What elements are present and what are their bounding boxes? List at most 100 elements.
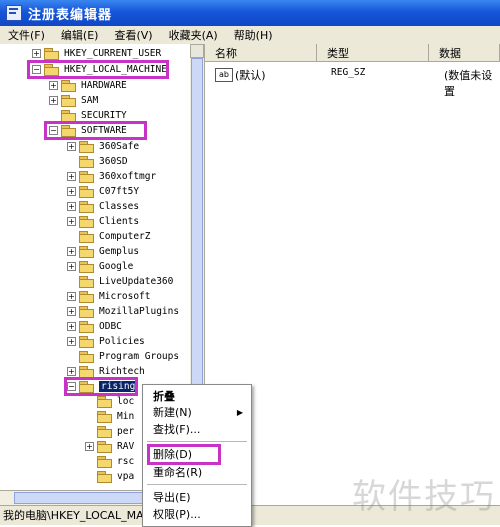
expand-icon[interactable]: + [67, 202, 76, 211]
folder-icon [61, 109, 77, 122]
tree-node-label: rsc [117, 456, 135, 467]
expand-icon[interactable]: + [85, 442, 94, 451]
tree-node-label: Clients [99, 216, 140, 227]
expand-icon[interactable]: + [67, 307, 76, 316]
expand-icon[interactable]: + [67, 172, 76, 181]
menu-item-find[interactable]: 查找(F)... [153, 422, 243, 438]
tree-node-label: Google [99, 261, 134, 272]
folder-open-icon [79, 380, 95, 393]
expand-icon[interactable]: + [67, 262, 76, 271]
tree-node-hkcu[interactable]: + HKEY_CURRENT_USER [32, 46, 161, 61]
expand-icon[interactable]: + [67, 337, 76, 346]
menu-item-new[interactable]: 新建(N) ▶ [153, 405, 243, 421]
tree-node-classes[interactable]: + Classes [67, 199, 139, 214]
scroll-thumb[interactable] [191, 58, 203, 418]
tree-node-label: SOFTWARE [81, 125, 127, 136]
tree-node-google[interactable]: + Google [67, 259, 133, 274]
folder-icon [79, 215, 95, 228]
tree-node-c07ft5y[interactable]: + C07ft5Y [67, 184, 139, 199]
tree-node-hardware[interactable]: + HARDWARE [49, 78, 127, 93]
menu-item-new-label: 新建(N) [153, 406, 192, 419]
tree-node-microsoft[interactable]: + Microsoft [67, 289, 150, 304]
tree-node-label: 360xoftmgr [99, 171, 157, 182]
expand-icon[interactable]: + [67, 322, 76, 331]
folder-icon [79, 260, 95, 273]
folder-icon [79, 140, 95, 153]
expand-icon[interactable]: + [67, 247, 76, 256]
collapse-icon[interactable]: − [49, 126, 58, 135]
tree-node-rsc[interactable]: rsc [97, 454, 134, 469]
tree-node-liveupdate360[interactable]: LiveUpdate360 [79, 274, 173, 289]
expand-icon[interactable]: + [67, 367, 76, 376]
expand-icon[interactable]: + [67, 217, 76, 226]
tree-node-per[interactable]: per [97, 424, 134, 439]
tree-node-hklm[interactable]: − HKEY_LOCAL_MACHINE [32, 62, 167, 77]
tree-node-computerz[interactable]: ComputerZ [79, 229, 150, 244]
expand-icon[interactable]: + [67, 142, 76, 151]
expand-icon[interactable]: + [67, 292, 76, 301]
menu-favorites[interactable]: 收藏夹(A) [161, 27, 226, 43]
collapse-icon[interactable]: − [67, 382, 76, 391]
value-row-default[interactable]: ab (默认) REG_SZ (数值未设置 [205, 66, 500, 98]
tree-node-gemplus[interactable]: + Gemplus [67, 244, 139, 259]
tree-node-rav[interactable]: + RAV [85, 439, 134, 454]
tree-node-360sd[interactable]: 360SD [79, 154, 128, 169]
column-name-header[interactable]: 名称 [205, 44, 317, 62]
tree-node-label: 360Safe [99, 141, 140, 152]
tree-node-mozillaplugins[interactable]: + MozillaPlugins [67, 304, 179, 319]
value-name: (默认) [235, 69, 266, 82]
folder-icon [79, 155, 95, 168]
column-type-header[interactable]: 类型 [317, 44, 429, 62]
tree-node-richtech[interactable]: + Richtech [67, 364, 145, 379]
menu-item-collapse[interactable]: 折叠 [153, 389, 243, 405]
window-title: 注册表编辑器 [28, 7, 113, 23]
tree-node-360safe[interactable]: +360Safe [67, 139, 139, 154]
folder-icon [97, 410, 113, 423]
folder-icon [79, 290, 95, 303]
folder-icon [97, 440, 113, 453]
tree-node-sam[interactable]: + SAM [49, 93, 98, 108]
folder-icon [79, 245, 95, 258]
tree-node-security[interactable]: SECURITY [61, 108, 127, 123]
tree-node-rising[interactable]: − rising [67, 379, 138, 394]
expand-icon[interactable]: + [49, 96, 58, 105]
tree-node-program-groups[interactable]: Program Groups [79, 349, 179, 364]
tree-node-label: Classes [99, 201, 140, 212]
tree-node-360xoftmgr[interactable]: +360xoftmgr [67, 169, 156, 184]
tree-node-odbc[interactable]: + ODBC [67, 319, 122, 334]
menu-help[interactable]: 帮助(H) [226, 27, 281, 43]
menu-item-rename[interactable]: 重命名(R) [153, 465, 243, 481]
folder-icon [79, 365, 95, 378]
tree-node-min[interactable]: Min [97, 409, 134, 424]
collapse-icon[interactable]: − [32, 65, 41, 74]
scroll-up-icon[interactable] [190, 44, 204, 58]
menu-item-delete[interactable]: 删除(D) [153, 447, 243, 463]
menu-view[interactable]: 查看(V) [106, 27, 160, 43]
tree-node-loc[interactable]: loc [97, 394, 134, 409]
tree-node-vpa[interactable]: vpa [97, 469, 134, 484]
expand-icon[interactable]: + [49, 81, 58, 90]
folder-icon [44, 47, 60, 60]
tree-node-clients[interactable]: + Clients [67, 214, 139, 229]
expand-icon[interactable]: + [67, 187, 76, 196]
menu-separator [147, 484, 247, 485]
folder-icon [79, 275, 95, 288]
tree-node-label: 360SD [99, 156, 128, 167]
scroll-thumb[interactable] [14, 492, 144, 504]
tree-node-policies[interactable]: + Policies [67, 334, 145, 349]
tree-node-label: SECURITY [81, 110, 127, 121]
value-data: (数值未设置 [444, 69, 493, 98]
folder-icon [79, 200, 95, 213]
tree-node-label: LiveUpdate360 [99, 276, 174, 287]
menu-file[interactable]: 文件(F) [0, 27, 53, 43]
folder-icon [79, 170, 95, 183]
expand-icon[interactable]: + [32, 49, 41, 58]
menu-item-permissions[interactable]: 权限(P)... [153, 507, 243, 523]
tree-node-software[interactable]: − SOFTWARE [49, 123, 127, 138]
folder-icon [97, 425, 113, 438]
column-data-header[interactable]: 数据 [429, 44, 500, 62]
folder-icon [79, 335, 95, 348]
menu-edit[interactable]: 编辑(E) [53, 27, 107, 43]
menu-item-export[interactable]: 导出(E) [153, 490, 243, 506]
folder-icon [97, 395, 113, 408]
